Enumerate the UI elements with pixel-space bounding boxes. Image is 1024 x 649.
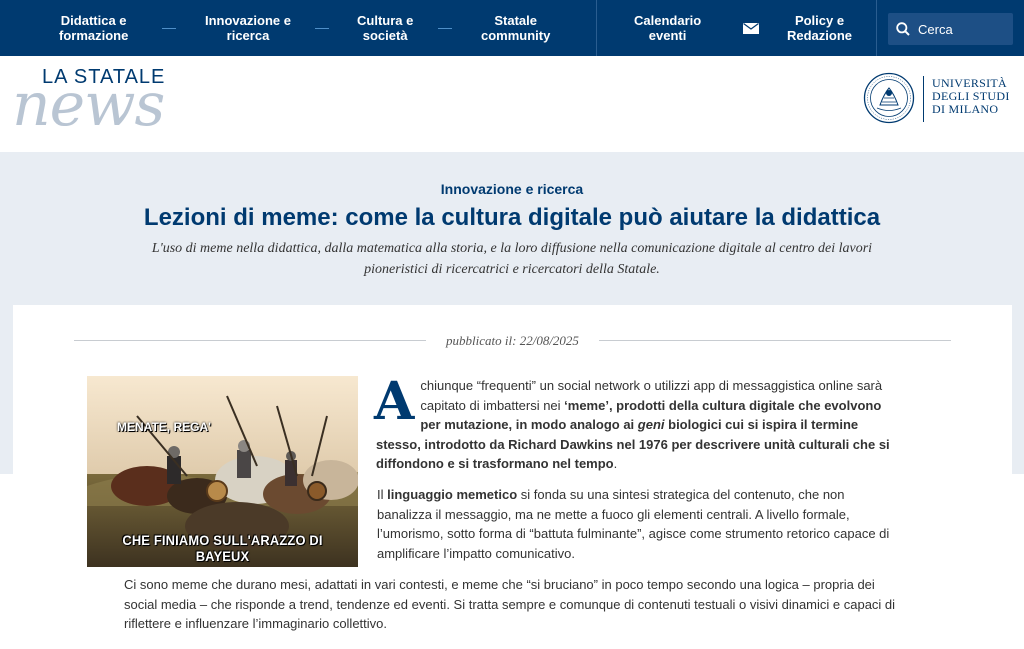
article-title: Lezioni di meme: come la cultura digital… [143, 204, 881, 231]
article-category-link[interactable]: Innovazione e ricerca [0, 181, 1024, 197]
mail-icon[interactable] [743, 23, 759, 34]
paragraph-text: . [613, 456, 618, 471]
search-placeholder: Cerca [918, 21, 953, 37]
article-paragraph: Ci sono meme che durano mesi, adattati i… [124, 577, 896, 631]
nav-separator [315, 28, 329, 29]
nav-item-innovazione[interactable]: Innovazione e ricerca [205, 13, 291, 43]
nav-item-didattica[interactable]: Didattica e formazione [59, 13, 128, 43]
top-navigation: Didattica e formazione Innovazione e ric… [0, 0, 1024, 56]
university-name-line: DI MILANO [932, 102, 999, 116]
article-paragraph: Achiunque “frequenti” un social network … [374, 371, 901, 474]
search-icon[interactable] [896, 22, 910, 36]
nav-item-policy[interactable]: Policy e Redazione [787, 13, 852, 43]
article-subtitle: L'uso di meme nella didattica, dalla mat… [151, 241, 873, 277]
nav-separator [438, 28, 452, 29]
nav-divider [596, 0, 597, 56]
article-paragraph: Il linguaggio memetico si fonda su una s… [377, 485, 902, 563]
university-seal-icon[interactable] [863, 72, 915, 124]
meme-caption-bottom: CHE FINIAMO SULL'ARAZZO DI BAYEUX [122, 532, 323, 564]
drop-cap: A [374, 371, 415, 432]
publication-date: pubblicato il: 22/08/2025 [446, 333, 579, 348]
article-image[interactable]: MENATE, REGA' CHE FINIAMO SULL'ARAZZO DI… [87, 376, 358, 567]
meme-caption-top: MENATE, REGA' [117, 420, 211, 434]
brand-header: LA STATALE news UNIVERSITÀ DEGLI STUDI D… [0, 56, 1024, 152]
paragraph-text: Il [377, 487, 388, 502]
article-body: pubblicato il: 22/08/2025 MENATE, REGA' … [13, 305, 1012, 649]
paragraph-bold-text: linguaggio memetico [387, 487, 518, 502]
nav-item-community[interactable]: Statale community [481, 13, 550, 43]
nav-item-cultura[interactable]: Cultura e società [357, 13, 413, 43]
nav-divider [876, 0, 877, 56]
logo-news: news [12, 70, 165, 140]
search-input[interactable]: Cerca [888, 13, 1013, 45]
nav-item-calendario[interactable]: Calendario eventi [634, 13, 701, 43]
university-name[interactable]: UNIVERSITÀ DEGLI STUDI DI MILANO [932, 77, 1010, 116]
logo-divider [923, 76, 924, 122]
nav-separator [162, 28, 176, 29]
paragraph-italic-text: geni [637, 417, 665, 432]
